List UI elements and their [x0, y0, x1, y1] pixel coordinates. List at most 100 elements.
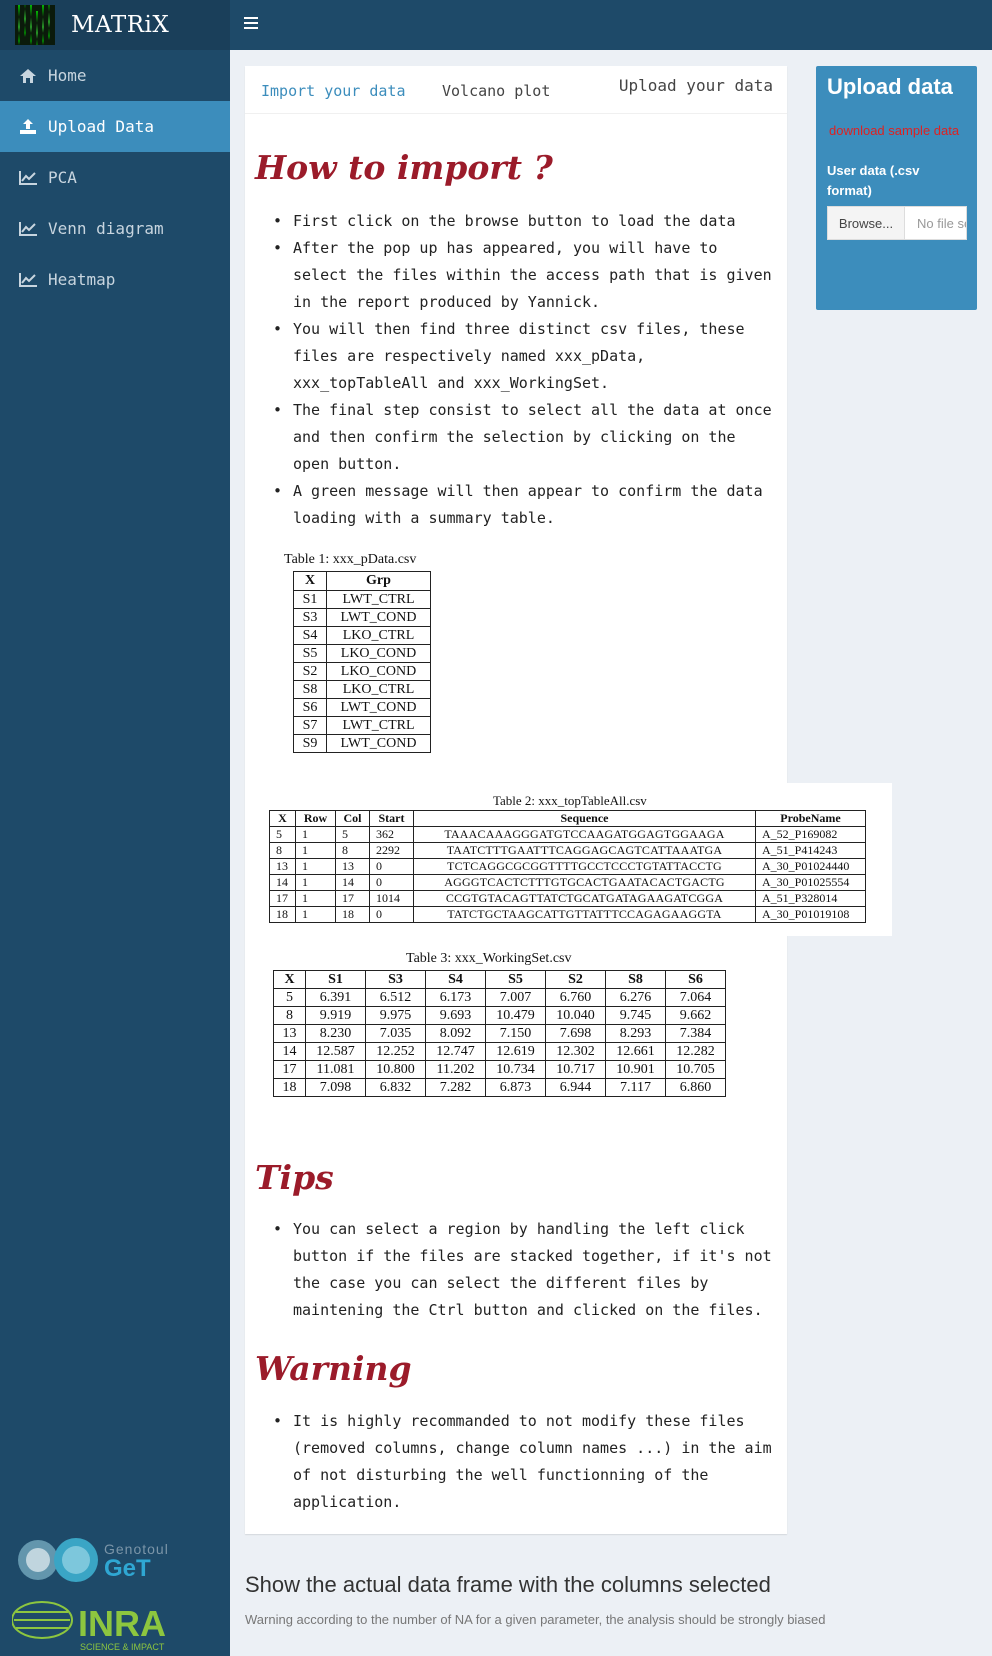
user-data-label: User data (.csv format): [827, 163, 920, 198]
table-cell: 8: [273, 1006, 306, 1025]
table-cell: 0: [369, 874, 414, 891]
table-cell: LWT_CTRL: [326, 590, 431, 609]
table-cell: LKO_CTRL: [326, 680, 431, 699]
table-cell: S9: [293, 734, 327, 753]
table-header: S1: [305, 970, 366, 989]
table-cell: 13: [273, 1024, 306, 1043]
sidebar-item-venn-diagram[interactable]: Venn diagram: [0, 203, 230, 254]
app-brand[interactable]: MATRiX: [71, 12, 169, 38]
table-cell: 11.081: [305, 1060, 366, 1079]
sidebar-item-label: Home: [48, 66, 87, 85]
dataframe-note: Warning according to the number of NA fo…: [245, 1612, 826, 1627]
table-cell: A_30_P01024440: [755, 858, 866, 875]
svg-text:SCIENCE & IMPACT: SCIENCE & IMPACT: [80, 1642, 165, 1652]
table-cell: TAAACAAAGGGATGTCCAAGATGGAGTGGAAGA: [413, 826, 756, 843]
table3-caption: Table 3: xxx_WorkingSet.csv: [406, 951, 572, 966]
sidebar-item-pca[interactable]: PCA: [0, 152, 230, 203]
table-cell: S8: [293, 680, 327, 699]
tab-volcano-plot[interactable]: Volcano plot: [442, 82, 550, 100]
table-row: 14 1 14 0 AGGGTCACTCTTTGTGCACTGAATACACTGACTG…: [269, 874, 866, 891]
table-cell: A_51_P328014: [755, 890, 866, 907]
table-cell: 7.150: [485, 1024, 546, 1043]
sidebar-item-upload-data[interactable]: Upload Data: [0, 101, 230, 152]
table-cell: 10.040: [545, 1006, 606, 1025]
matrix-logo: [15, 5, 55, 45]
line-chart-icon: [18, 170, 38, 185]
table-cell: 17: [335, 890, 370, 907]
table-cell: 7.007: [485, 988, 546, 1007]
sidebar-item-label: PCA: [48, 168, 77, 187]
table-cell: S4: [293, 626, 327, 645]
table-cell: 0: [369, 906, 414, 923]
header-bar: MATRiX: [0, 0, 992, 50]
table-header: S2: [545, 970, 606, 989]
table-header-row: X S1 S3 S4 S5 S2 S8 S6: [273, 970, 726, 989]
browse-button[interactable]: Browse...: [827, 206, 905, 240]
table-row: 17 11.081 10.800 11.202 10.734 10.717 10.901 10…: [273, 1060, 726, 1079]
table-cell: LWT_COND: [326, 734, 431, 753]
table-cell: 2292: [369, 842, 414, 859]
table-cell: S5: [293, 644, 327, 663]
table-cell: CCGTGTACAGTTATCTGCATGATAGAAGATCGGA: [413, 890, 756, 907]
sidebar-toggle-icon[interactable]: [244, 14, 258, 35]
table-cell: 17: [269, 890, 296, 907]
table-cell: 10.705: [665, 1060, 726, 1079]
table-row: 17 1 17 1014 CCGTGTACAGTTATCTGCATGATAGAAGATC…: [269, 890, 866, 907]
table-cell: 9.919: [305, 1006, 366, 1025]
table-header: X: [269, 810, 296, 827]
table-cell: 18: [335, 906, 370, 923]
tab-bar: Import your data Volcano plot Upload you…: [245, 66, 787, 114]
table2-caption: Table 2: xxx_topTableAll.csv: [493, 793, 647, 808]
table-cell: A_52_P169082: [755, 826, 866, 843]
table-cell: S1: [293, 590, 327, 609]
table-header-row: X Row Col Start Sequence ProbeName: [269, 810, 866, 827]
warning-list: It is highly recommanded to not modify t…: [273, 1408, 773, 1516]
table-cell: 6.173: [425, 988, 486, 1007]
tips-list: You can select a region by handling the …: [273, 1216, 773, 1324]
table-cell: 14: [273, 1042, 306, 1061]
table-row: S6 LWT_COND: [293, 698, 431, 717]
table-cell: S7: [293, 716, 327, 735]
table-header: S8: [605, 970, 666, 989]
table-header: S3: [365, 970, 426, 989]
table-header: S5: [485, 970, 546, 989]
sidebar-item-label: Upload Data: [48, 117, 154, 136]
list-item: A green message will then appear to conf…: [273, 478, 773, 532]
table-cell: 13: [335, 858, 370, 875]
table-cell: 17: [273, 1060, 306, 1079]
table-cell: 8.293: [605, 1024, 666, 1043]
table-cell: 1: [295, 842, 336, 859]
table-row: 5 1 5 362 TAAACAAAGGGATGTCCAAGATGGAGTGGAAGA A…: [269, 826, 866, 843]
table-row: 5 6.391 6.512 6.173 7.007 6.760 6.276 7.064: [273, 988, 726, 1007]
table-row: S7 LWT_CTRL: [293, 716, 431, 735]
table-cell: 8: [269, 842, 296, 859]
sidebar-item-label: Heatmap: [48, 270, 116, 289]
table-cell: A_30_P01019108: [755, 906, 866, 923]
toptableall-table: X Row Col Start Sequence ProbeName 5 1 5 362 TAAA…: [269, 810, 866, 923]
table-header-row: X Grp: [293, 571, 431, 591]
table-cell: 9.693: [425, 1006, 486, 1025]
table1-caption: Table 1: xxx_pData.csv: [284, 552, 417, 567]
file-name-display: No file selected: [905, 206, 967, 240]
table-cell: 12.302: [545, 1042, 606, 1061]
table-row: 8 1 8 2292 TAATCTTTGAATTTCAGGAGCAGTCATTAAATG…: [269, 842, 866, 859]
box-title: Upload your data: [618, 76, 773, 95]
table-cell: A_51_P414243: [755, 842, 866, 859]
table-cell: 18: [273, 1078, 306, 1097]
table-header: S4: [425, 970, 486, 989]
download-sample-link[interactable]: download sample data: [829, 123, 959, 138]
logo-area: MATRiX: [0, 0, 230, 50]
table-header: Grp: [326, 571, 431, 591]
table-row: S1 LWT_CTRL: [293, 590, 431, 609]
table-cell: 1: [295, 858, 336, 875]
sidebar-item-home[interactable]: Home: [0, 50, 230, 101]
table-cell: 7.282: [425, 1078, 486, 1097]
table-cell: 5: [269, 826, 296, 843]
file-input[interactable]: Browse... No file selected: [827, 206, 967, 240]
tab-import-your-data[interactable]: Import your data: [261, 82, 406, 100]
table-cell: A_30_P01025554: [755, 874, 866, 891]
table-cell: 1: [295, 826, 336, 843]
list-item: First click on the browse button to load…: [273, 208, 773, 235]
sidebar-item-heatmap[interactable]: Heatmap: [0, 254, 230, 305]
table-cell: LWT_COND: [326, 698, 431, 717]
